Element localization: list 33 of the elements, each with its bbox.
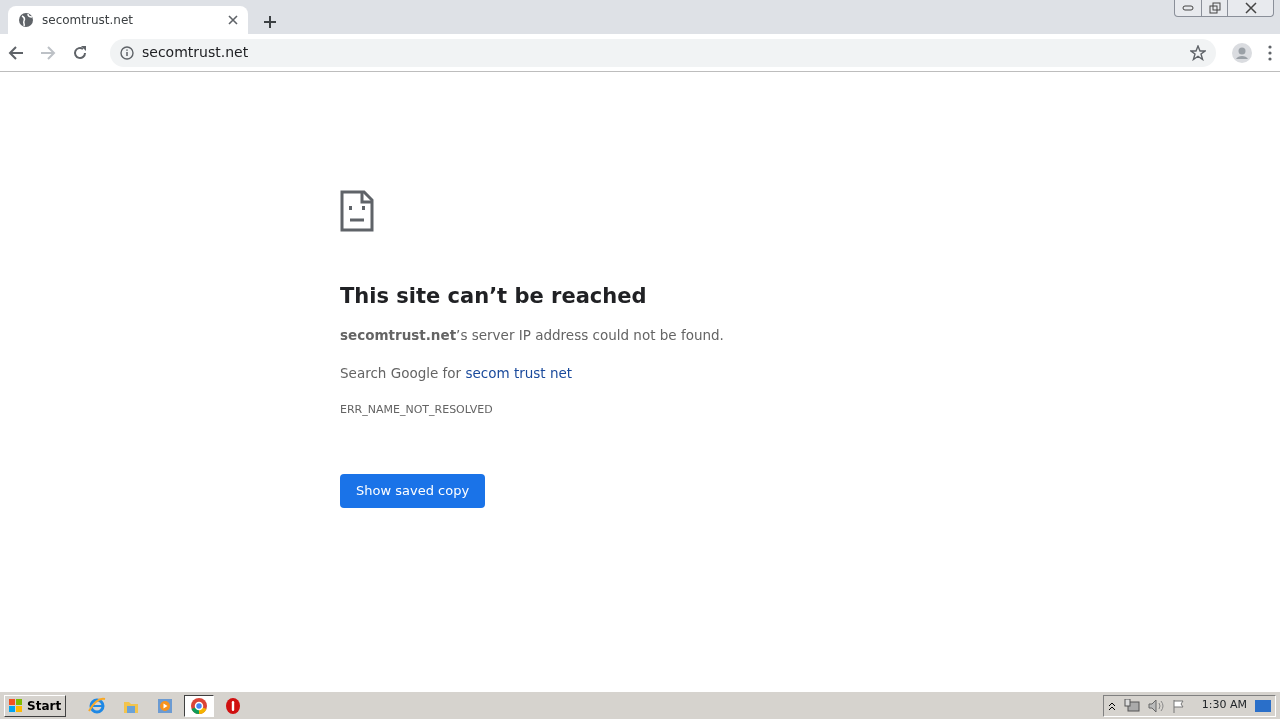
windows-logo-icon — [9, 698, 23, 713]
stop-icon — [224, 696, 243, 715]
start-button[interactable]: Start — [4, 694, 67, 717]
back-icon[interactable] — [8, 44, 24, 61]
chevron-up-icon[interactable] — [1107, 700, 1116, 711]
search-link[interactable]: secom trust net — [465, 365, 573, 382]
network-icon[interactable] — [1123, 698, 1140, 713]
globe-icon — [18, 12, 34, 28]
info-icon — [120, 45, 134, 60]
chrome-icon — [190, 696, 209, 715]
sad-page-icon — [340, 190, 374, 232]
show-desktop-icon[interactable] — [1255, 699, 1271, 712]
close-icon[interactable] — [228, 15, 238, 25]
search-suggestion: Search Google for secom trust net — [340, 364, 574, 384]
error-code: ERR_NAME_NOT_RESOLVED — [340, 401, 494, 418]
e-logo-icon — [88, 696, 107, 715]
speaker-icon[interactable] — [1147, 698, 1164, 713]
flag-icon[interactable] — [1171, 698, 1186, 713]
error-message: secomtrust.net’s server IP address could not be found. — [340, 326, 725, 346]
reload-icon[interactable] — [72, 44, 88, 61]
profile-icon[interactable] — [1232, 42, 1252, 63]
tab-title: secomtrust.net — [42, 12, 134, 29]
clock[interactable]: 1:30 AM — [1201, 697, 1247, 714]
menu-icon[interactable] — [1268, 44, 1272, 61]
star-icon[interactable] — [1190, 44, 1206, 61]
media-player-icon — [156, 696, 175, 715]
address-bar[interactable]: secomtrust.net — [110, 38, 1216, 67]
show-saved-copy-button[interactable]: Show saved copy — [340, 474, 486, 508]
new-tab-icon[interactable] — [264, 16, 276, 28]
error-heading: This site can’t be reached — [340, 284, 648, 310]
browser-tab[interactable]: secomtrust.net — [8, 6, 248, 34]
url-text: secomtrust.net — [142, 43, 250, 62]
taskbar-button[interactable] — [184, 694, 215, 717]
